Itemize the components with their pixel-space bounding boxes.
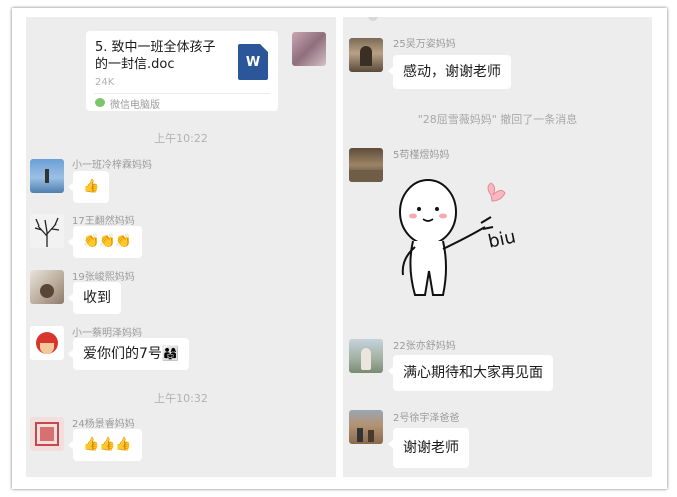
avatar-self[interactable] bbox=[292, 32, 326, 66]
sticker-message[interactable]: biu bbox=[393, 167, 523, 307]
message-bubble[interactable]: 感动，谢谢老师 bbox=[388, 55, 511, 89]
file-source-label: 微信电脑版 bbox=[110, 100, 160, 111]
file-message-card[interactable]: 5. 致中一班全体孩子 的一封信.doc 24K W 微信电脑版 bbox=[86, 31, 278, 111]
scroll-edge-indicator bbox=[368, 17, 378, 21]
file-size: 24K bbox=[95, 77, 115, 88]
avatar-lengzilin-mom[interactable] bbox=[30, 159, 64, 193]
sender-name: 2号徐宇泽爸爸 bbox=[393, 413, 460, 424]
avatar-caimingze-mom[interactable] bbox=[30, 326, 64, 360]
card-divider bbox=[94, 93, 270, 94]
avatar-zhangjunxi-mom[interactable] bbox=[30, 270, 64, 304]
message-bubble[interactable]: 👏👏👏 bbox=[68, 226, 142, 258]
message-bubble[interactable]: 谢谢老师 bbox=[388, 428, 469, 468]
sender-name: 17王翻然妈妈 bbox=[72, 216, 135, 227]
avatar-xuyuze-dad[interactable] bbox=[349, 410, 383, 444]
message-bubble[interactable]: 收到 bbox=[68, 282, 121, 314]
message-bubble[interactable]: 👍 bbox=[67, 171, 110, 203]
avatar-wuwanzi-mom[interactable] bbox=[349, 38, 383, 72]
file-title: 5. 致中一班全体孩子 的一封信.doc bbox=[95, 40, 216, 72]
sender-name: 25吴万姿妈妈 bbox=[393, 39, 456, 50]
recall-notice: "28屈雪薇妈妈" 撤回了一条消息 bbox=[417, 113, 578, 126]
timestamp: 上午10:32 bbox=[154, 392, 208, 405]
sender-name: 19张峻熙妈妈 bbox=[72, 272, 135, 283]
message-bubble[interactable]: 👍👍👍 bbox=[68, 429, 142, 461]
timestamp: 上午10:22 bbox=[154, 132, 208, 145]
avatar-yangjingrui-mom[interactable] bbox=[30, 417, 64, 451]
message-bubble[interactable]: 爱你们的7号👨‍👩‍👧 bbox=[67, 338, 190, 370]
word-doc-icon: W bbox=[238, 44, 268, 80]
message-bubble[interactable]: 满心期待和大家再见面 bbox=[388, 355, 553, 391]
wechat-pc-icon bbox=[95, 98, 105, 107]
sender-name: 22张亦舒妈妈 bbox=[393, 341, 456, 352]
avatar-zhangyishu-mom[interactable] bbox=[349, 339, 383, 373]
chat-panel-left[interactable]: 5. 致中一班全体孩子 的一封信.doc 24K W 微信电脑版 上午10:22… bbox=[26, 17, 336, 477]
avatar-wangranran-mom[interactable] bbox=[30, 214, 64, 248]
avatar-gouzhiyu-mom[interactable] bbox=[349, 148, 383, 182]
sender-name: 24杨景睿妈妈 bbox=[72, 419, 135, 430]
chat-panel-right[interactable]: 25吴万姿妈妈 感动，谢谢老师 "28屈雪薇妈妈" 撤回了一条消息 5苟槿煜妈妈… bbox=[343, 17, 652, 477]
sender-name: 小一班冷梓霖妈妈 bbox=[72, 160, 152, 171]
sender-name: 小一蔡明泽妈妈 bbox=[72, 328, 142, 339]
sender-name: 5苟槿煜妈妈 bbox=[393, 150, 450, 161]
